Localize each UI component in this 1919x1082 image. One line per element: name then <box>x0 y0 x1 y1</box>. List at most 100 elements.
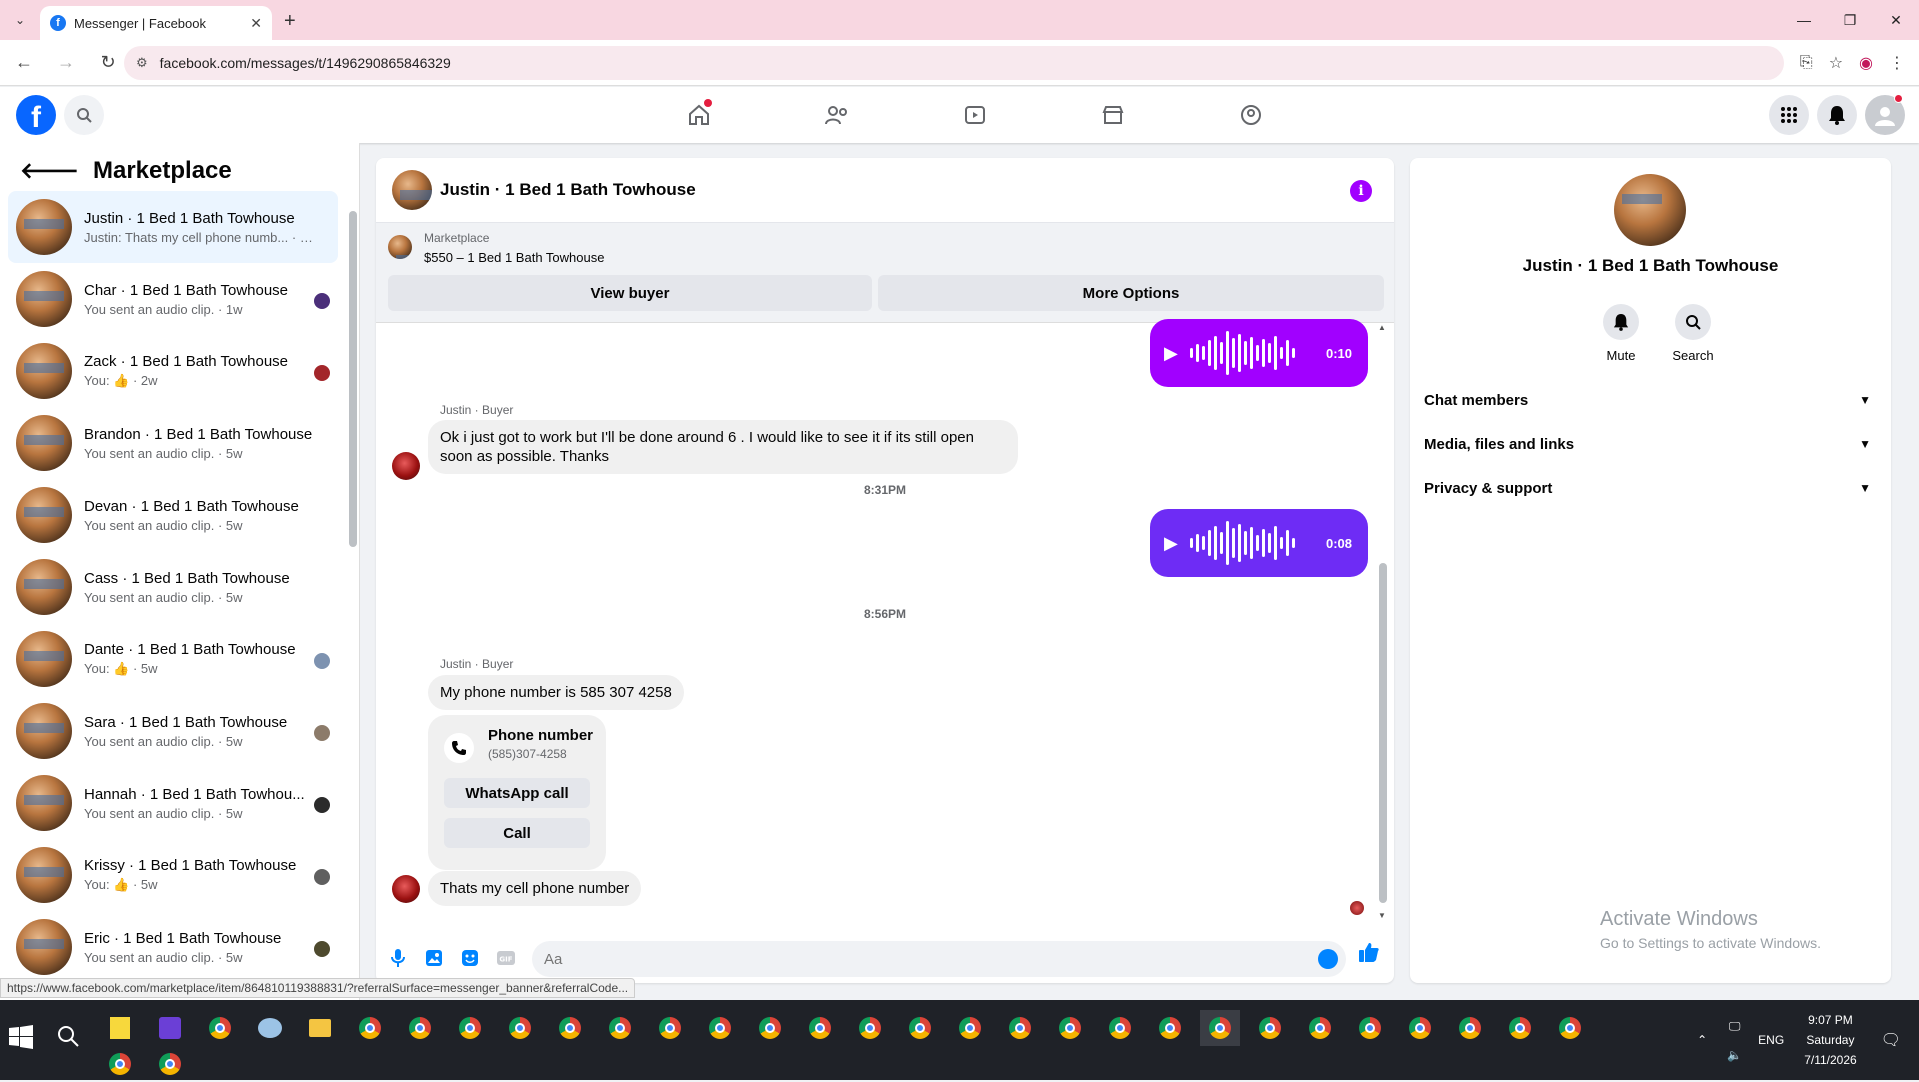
chrome-icon[interactable] <box>400 1010 440 1046</box>
mute-action[interactable]: Mute <box>1591 304 1651 363</box>
buyer-avatar[interactable] <box>392 875 420 903</box>
attach-photo-icon[interactable] <box>416 940 452 976</box>
conversation-item[interactable]: Sara · 1 Bed 1 Bath Towhouse You sent an… <box>8 695 338 767</box>
mute-bell-icon[interactable] <box>1603 304 1639 340</box>
chat-title[interactable]: Justin · 1 Bed 1 Bath Towhouse <box>440 180 696 200</box>
tab-search-chevron-icon[interactable]: ⌄ <box>0 0 40 40</box>
notifications-bell-icon[interactable] <box>1817 95 1857 135</box>
message-input[interactable] <box>544 950 1304 968</box>
audio-message[interactable]: ▶ 0:10 <box>1150 319 1368 387</box>
search-in-conversation-icon[interactable] <box>1675 304 1711 340</box>
privacy-support-section[interactable]: Privacy & support ▼ <box>1424 470 1877 506</box>
site-info-icon[interactable]: ⚙ <box>136 55 148 71</box>
conversation-item[interactable]: Krissy · 1 Bed 1 Bath Towhouse You: 👍 · … <box>8 839 338 911</box>
chrome-icon[interactable] <box>500 1010 540 1046</box>
chrome-icon[interactable] <box>1100 1010 1140 1046</box>
gif-icon[interactable]: GIF <box>488 940 524 976</box>
groups-nav-icon[interactable] <box>1182 87 1320 143</box>
forward-icon[interactable]: → <box>48 45 84 81</box>
conversation-item[interactable]: Char · 1 Bed 1 Bath Towhouse You sent an… <box>8 263 338 335</box>
install-app-icon[interactable]: ⎘ <box>1800 54 1813 72</box>
more-options-button[interactable]: More Options <box>878 275 1384 311</box>
conversation-item[interactable]: Cass · 1 Bed 1 Bath Towhouse You sent an… <box>8 551 338 623</box>
chrome-icon[interactable] <box>1050 1010 1090 1046</box>
close-tab-icon[interactable]: ✕ <box>250 15 262 32</box>
browser-tab[interactable]: f Messenger | Facebook ✕ <box>40 6 272 40</box>
conversation-info-icon[interactable]: i <box>1350 180 1372 202</box>
chrome-icon[interactable] <box>600 1010 640 1046</box>
sticky-notes-icon[interactable] <box>100 1010 140 1046</box>
marketplace-banner[interactable]: Marketplace $550 – 1 Bed 1 Bath Towhouse… <box>376 223 1394 323</box>
restore-icon[interactable]: ❐ <box>1827 0 1873 40</box>
app-icon[interactable] <box>250 1010 290 1046</box>
chrome-icon[interactable] <box>1500 1010 1540 1046</box>
windows-start-icon[interactable] <box>8 1024 38 1054</box>
chrome-icon[interactable] <box>950 1010 990 1046</box>
chat-scroll-thumb[interactable] <box>1379 563 1387 903</box>
minimize-icon[interactable]: — <box>1781 0 1827 40</box>
call-button[interactable]: Call <box>444 818 590 848</box>
chrome-icon[interactable] <box>1350 1010 1390 1046</box>
show-hidden-icons-chevron-icon[interactable]: ⌃ <box>1697 1033 1707 1047</box>
menu-grid-icon[interactable] <box>1769 95 1809 135</box>
taskbar-search-icon[interactable] <box>56 1024 80 1053</box>
friends-nav-icon[interactable] <box>768 87 906 143</box>
language-indicator[interactable]: ENG <box>1758 1033 1784 1047</box>
chrome-icon[interactable] <box>350 1010 390 1046</box>
bookmark-star-icon[interactable]: ☆ <box>1829 53 1843 73</box>
thumbs-up-icon[interactable] <box>1358 941 1380 968</box>
play-icon[interactable]: ▶ <box>1164 533 1178 554</box>
url-field[interactable]: ⚙ facebook.com/messages/t/14962908658463… <box>124 46 1784 80</box>
close-window-icon[interactable]: ✕ <box>1873 0 1919 40</box>
chrome-icon[interactable] <box>800 1010 840 1046</box>
conversation-item[interactable]: Eric · 1 Bed 1 Bath Towhouse You sent an… <box>8 911 338 983</box>
chrome-icon[interactable] <box>1300 1010 1340 1046</box>
video-nav-icon[interactable] <box>906 87 1044 143</box>
chrome-icon[interactable] <box>850 1010 890 1046</box>
chrome-icon[interactable] <box>150 1046 190 1082</box>
chrome-icon[interactable] <box>1400 1010 1440 1046</box>
whatsapp-call-button[interactable]: WhatsApp call <box>444 778 590 808</box>
conversation-item[interactable]: Justin · 1 Bed 1 Bath Towhouse Justin: T… <box>8 191 338 263</box>
chat-scrollbar[interactable]: ▲ ▼ <box>1378 323 1388 923</box>
facebook-logo-icon[interactable]: f <box>16 95 56 135</box>
notification-center-icon[interactable]: 🗨 <box>1881 1030 1901 1050</box>
chrome-icon[interactable] <box>750 1010 790 1046</box>
chrome-icon[interactable] <box>1550 1010 1590 1046</box>
microphone-icon[interactable] <box>380 940 416 976</box>
conversation-item[interactable]: Devan · 1 Bed 1 Bath Towhouse You sent a… <box>8 479 338 551</box>
file-explorer-icon[interactable] <box>300 1010 340 1046</box>
app-icon[interactable] <box>150 1010 190 1046</box>
back-icon[interactable]: ← <box>6 45 42 81</box>
home-nav-icon[interactable] <box>630 87 768 143</box>
search-action[interactable]: Search <box>1663 304 1723 363</box>
emoji-icon[interactable] <box>1318 949 1338 969</box>
chrome-icon[interactable] <box>1250 1010 1290 1046</box>
buyer-avatar[interactable] <box>392 452 420 480</box>
sidebar-scrollbar[interactable] <box>349 211 357 547</box>
account-avatar[interactable] <box>1865 94 1905 135</box>
chrome-icon[interactable] <box>1150 1010 1190 1046</box>
scroll-up-icon[interactable]: ▲ <box>1378 323 1386 332</box>
info-listing-thumbnail[interactable] <box>1614 174 1686 246</box>
profile-icon[interactable]: ◉ <box>1859 53 1873 73</box>
message-bubble[interactable]: Thats my cell phone number <box>428 871 642 906</box>
new-tab-icon[interactable]: + <box>284 10 296 33</box>
conversation-item[interactable]: Zack · 1 Bed 1 Bath Towhouse You: 👍 · 2w <box>8 335 338 407</box>
chrome-icon[interactable] <box>700 1010 740 1046</box>
chat-members-section[interactable]: Chat members ▼ <box>1424 382 1877 418</box>
audio-message[interactable]: ▶ 0:08 <box>1150 509 1368 577</box>
back-arrow-icon[interactable]: 🡐 <box>20 158 79 184</box>
clock[interactable]: 9:07 PM Saturday 7/11/2026 <box>1804 1010 1857 1070</box>
chrome-icon[interactable] <box>1450 1010 1490 1046</box>
chrome-icon[interactable] <box>550 1010 590 1046</box>
chat-listing-thumbnail[interactable] <box>392 170 432 210</box>
browser-menu-icon[interactable]: ⋮ <box>1889 53 1905 73</box>
media-files-links-section[interactable]: Media, files and links ▼ <box>1424 426 1877 462</box>
reload-icon[interactable]: ↻ <box>90 45 126 81</box>
chrome-icon[interactable] <box>900 1010 940 1046</box>
message-bubble[interactable]: My phone number is 585 307 4258 <box>428 675 684 710</box>
message-bubble[interactable]: Ok i just got to work but I'll be done a… <box>428 420 1018 474</box>
chrome-icon[interactable] <box>650 1010 690 1046</box>
view-buyer-button[interactable]: View buyer <box>388 275 872 311</box>
